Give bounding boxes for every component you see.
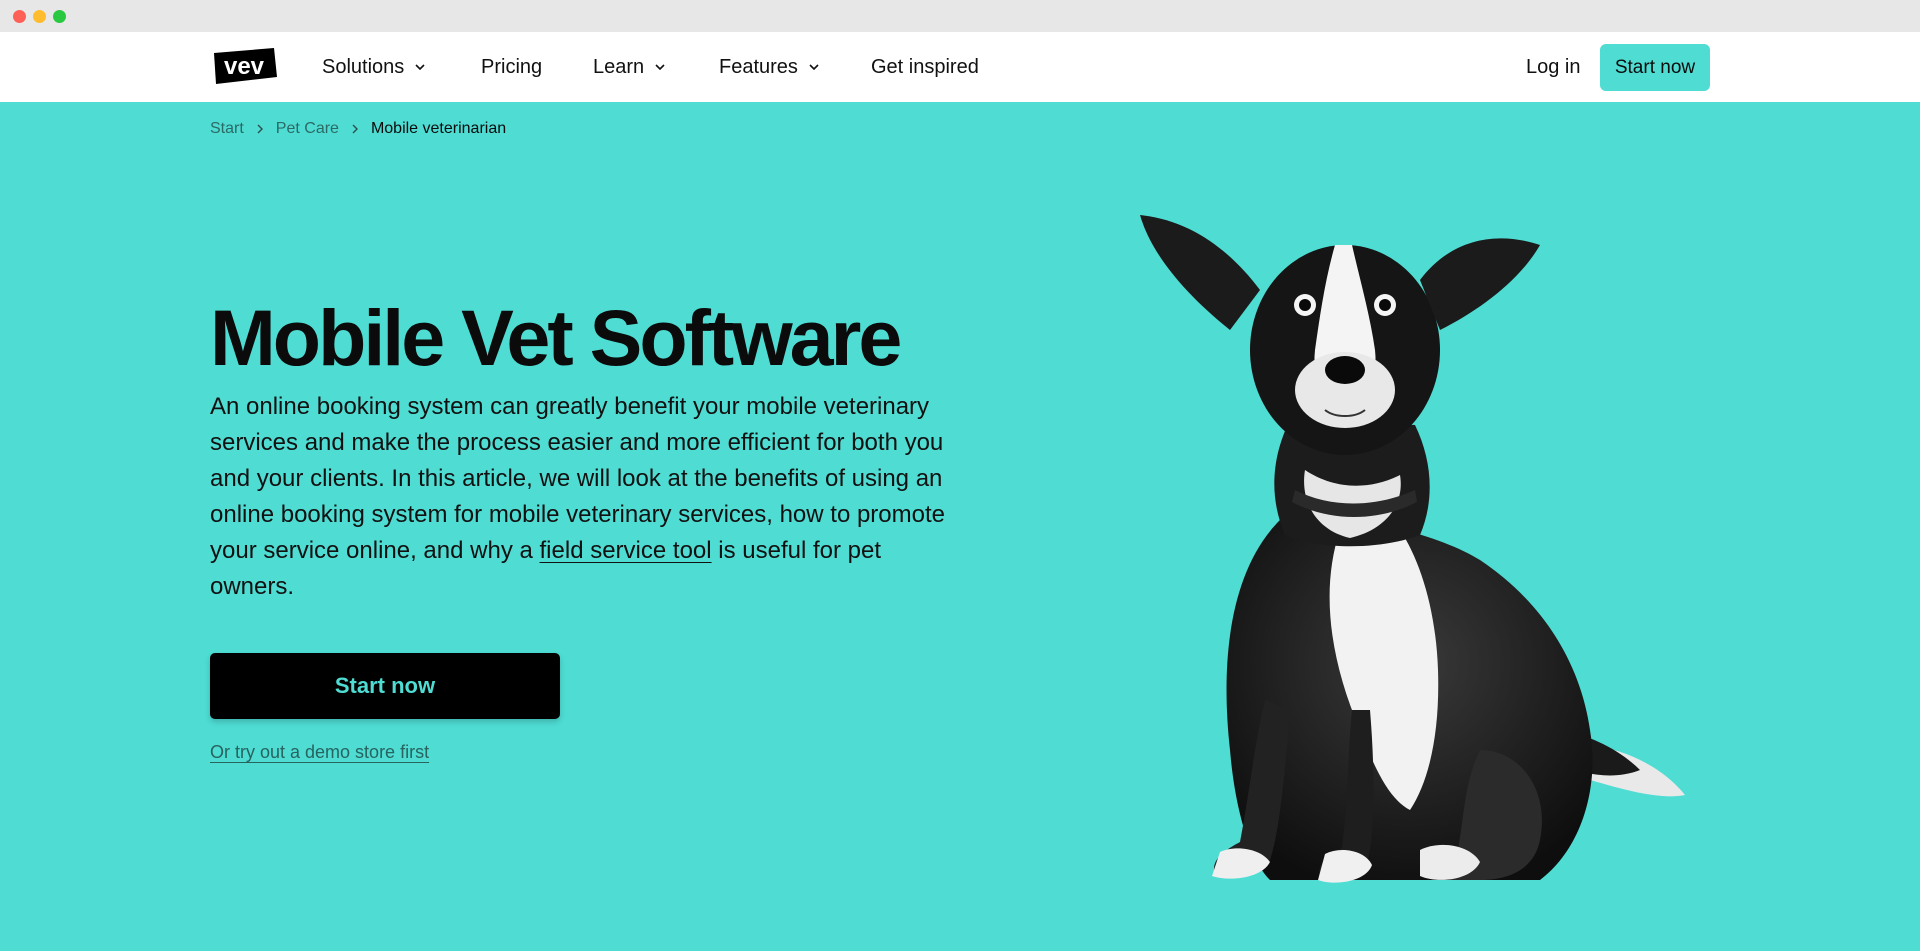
maximize-window-dot[interactable] [53,10,66,23]
nav-item-label: Pricing [481,55,543,78]
page-title: Mobile Vet Software [210,293,902,382]
close-window-dot[interactable] [13,10,26,23]
nav-item-label: Features [719,55,798,78]
nav-item-learn[interactable]: Learn [593,32,666,102]
minimize-window-dot[interactable] [33,10,46,23]
svg-text:vev: vev [224,53,265,80]
nav-item-features[interactable]: Features [719,32,820,102]
breadcrumb-link-pet-care[interactable]: Pet Care [276,120,339,138]
chevron-right-icon [352,124,358,134]
login-link[interactable]: Log in [1526,32,1581,102]
top-navigation: vev Solutions Pricing Learn Features Get… [0,32,1920,102]
vev-logo[interactable]: vev [210,47,278,85]
breadcrumb-current: Mobile veterinarian [370,120,507,137]
nav-item-get-inspired[interactable]: Get inspired [871,32,979,102]
nav-item-pricing[interactable]: Pricing [481,32,542,102]
hero-description: An online booking system can greatly ben… [210,389,950,605]
nav-item-label: Solutions [322,55,405,78]
chevron-right-icon [257,124,263,134]
start-now-nav-button[interactable]: Start now [1600,44,1710,91]
start-now-button[interactable]: Start now [210,653,560,719]
browser-chrome [0,0,1920,32]
chevron-down-icon [415,64,425,71]
breadcrumb: Start Pet Care Mobile veterinarian [210,117,506,141]
field-service-tool-link[interactable]: field service tool [540,537,712,564]
chevron-down-icon [809,64,819,71]
nav-item-label: Get inspired [871,55,979,78]
nav-item-label: Learn [593,55,645,78]
chevron-down-icon [655,64,665,71]
dog-photo [1140,215,1685,883]
breadcrumb-link-start[interactable]: Start [210,120,244,138]
nav-item-solutions[interactable]: Solutions [322,32,426,102]
demo-store-link[interactable]: Or try out a demo store first [210,742,429,763]
